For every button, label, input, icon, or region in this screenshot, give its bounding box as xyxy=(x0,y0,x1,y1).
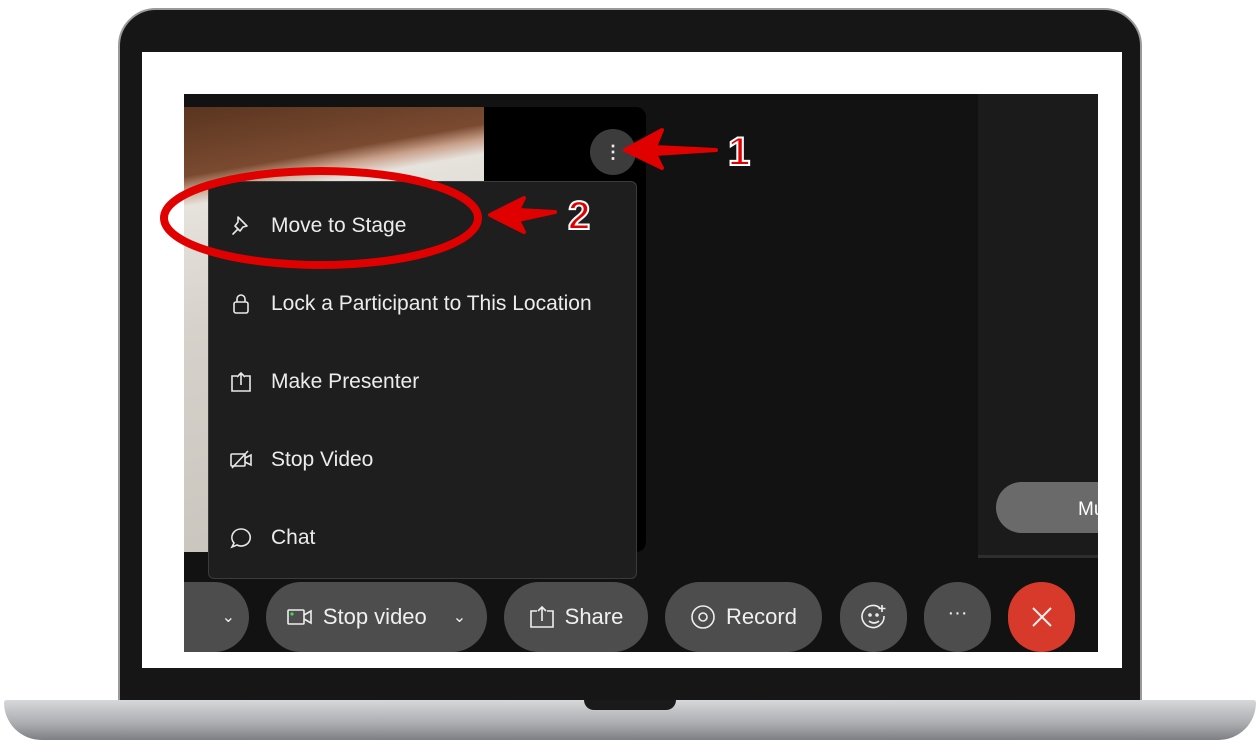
menu-item-lock-participant[interactable]: Lock a Participant to This Location xyxy=(209,274,636,334)
audio-options-button[interactable]: ⌄ xyxy=(184,582,249,652)
stop-video-button[interactable]: Stop video ⌄ xyxy=(266,582,487,652)
record-label: Record xyxy=(726,604,797,629)
more-button[interactable]: ··· xyxy=(924,582,991,652)
record-button[interactable]: Record xyxy=(665,582,822,652)
menu-item-move-to-stage[interactable]: Move to Stage xyxy=(209,196,636,256)
video-off-icon xyxy=(230,450,252,469)
share-button[interactable]: Share xyxy=(504,582,648,652)
chat-bubble-icon xyxy=(230,528,252,549)
ellipsis-icon: ··· xyxy=(947,601,968,624)
chevron-down-icon[interactable]: ⌄ xyxy=(453,607,466,627)
stop-video-label: Stop video xyxy=(322,604,427,629)
menu-item-stop-video[interactable]: Stop Video xyxy=(209,430,636,490)
share-label: Share xyxy=(564,604,624,629)
share-up-icon xyxy=(231,371,251,392)
menu-item-label: Move to Stage xyxy=(271,214,407,237)
menu-item-chat[interactable]: Chat xyxy=(209,508,636,568)
mute-button[interactable]: Mu xyxy=(996,482,1098,533)
more-options-button[interactable]: ⋮ xyxy=(590,129,636,175)
menu-item-label: Make Presenter xyxy=(271,370,420,393)
close-icon xyxy=(1031,607,1052,627)
right-panel: Mu xyxy=(978,94,1098,558)
chevron-down-icon: ⌄ xyxy=(221,609,235,626)
lock-icon xyxy=(233,294,249,314)
pin-icon xyxy=(232,216,248,235)
emoji-add-icon xyxy=(860,604,885,629)
camera-icon xyxy=(287,609,312,625)
reactions-button[interactable] xyxy=(840,582,907,652)
menu-item-label: Lock a Participant to This Location xyxy=(271,292,592,315)
record-icon xyxy=(691,605,715,629)
end-call-button[interactable] xyxy=(1008,582,1075,652)
menu-item-label: Stop Video xyxy=(271,448,374,471)
menu-item-label: Chat xyxy=(271,526,316,549)
vertical-dots-icon: ⋮ xyxy=(604,141,622,162)
menu-item-make-presenter[interactable]: Make Presenter xyxy=(209,352,636,412)
meeting-app: ⋮ Mu Move to Stage Lock a Participant to… xyxy=(184,94,1098,652)
share-icon xyxy=(529,605,554,628)
laptop-notch xyxy=(584,700,676,710)
participant-context-menu: Move to Stage Lock a Participant to This… xyxy=(208,181,637,579)
